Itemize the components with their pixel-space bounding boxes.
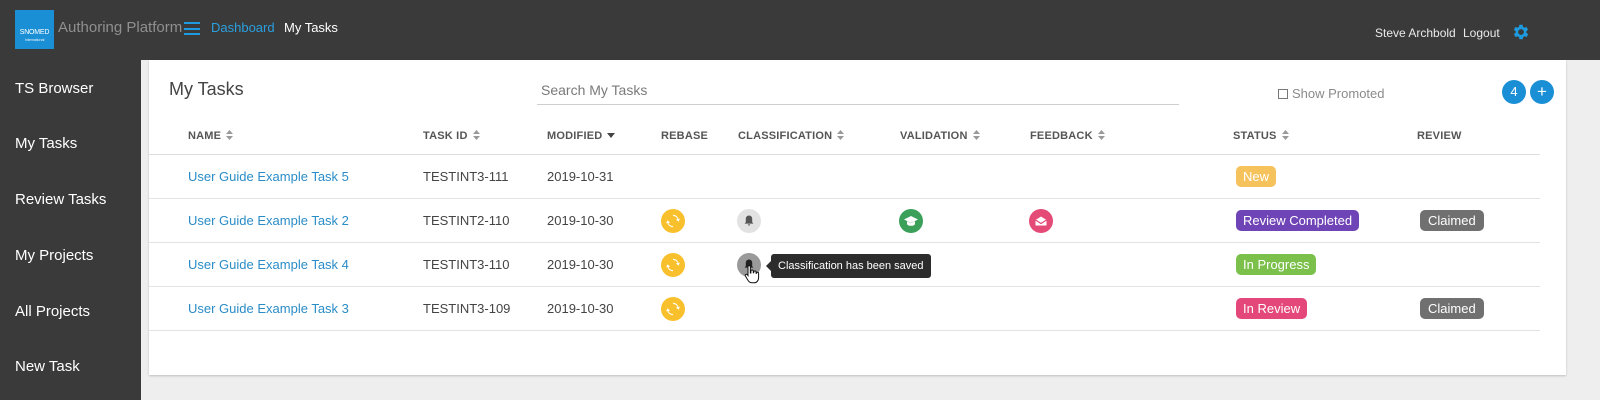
- logo-text: SNOMED: [19, 29, 50, 36]
- sort-icon[interactable]: [972, 130, 980, 140]
- column-header-rebase: REBASE: [661, 130, 709, 142]
- column-header-classification[interactable]: CLASSIFICATION: [738, 130, 845, 142]
- hand-cursor-icon: [744, 264, 760, 284]
- sidebar: TS Browser My Tasks Review Tasks My Proj…: [0, 60, 141, 400]
- modified-date: 2019-10-30: [547, 301, 614, 316]
- sidebar-item-all-projects[interactable]: All Projects: [15, 303, 90, 320]
- task-name-link[interactable]: User Guide Example Task 2: [188, 213, 349, 228]
- modified-date: 2019-10-30: [547, 213, 614, 228]
- rebase-icon[interactable]: [661, 297, 685, 321]
- sidebar-item-review-tasks[interactable]: Review Tasks: [15, 191, 106, 208]
- sort-icon[interactable]: [837, 130, 845, 140]
- logout-link[interactable]: Logout: [1463, 26, 1500, 40]
- page-title: My Tasks: [169, 79, 244, 99]
- task-id: TESTINT3-111: [423, 169, 509, 184]
- status-badge: In Progress: [1236, 254, 1317, 275]
- sidebar-item-new-task[interactable]: New Task: [15, 358, 80, 375]
- sort-icon[interactable]: [1097, 130, 1105, 140]
- user-name: Steve Archbold: [1375, 26, 1456, 40]
- add-task-button[interactable]: +: [1530, 80, 1554, 104]
- breadcrumb-current[interactable]: My Tasks: [284, 20, 338, 35]
- tasks-panel: My Tasks Show Promoted 4 + NAME TASK ID …: [149, 60, 1566, 375]
- task-count-badge: 4: [1502, 80, 1526, 104]
- show-promoted-toggle[interactable]: Show Promoted: [1278, 86, 1385, 101]
- column-label: TASK ID: [423, 130, 468, 142]
- envelope-open-icon[interactable]: [1029, 209, 1053, 233]
- task-id: TESTINT3-110: [423, 257, 510, 272]
- column-label: MODIFIED: [547, 130, 603, 142]
- search-input[interactable]: [537, 76, 1179, 105]
- top-bar: SNOMED International Authoring Platform …: [0, 0, 1600, 60]
- status-badge: New: [1236, 166, 1277, 187]
- task-name-link[interactable]: User Guide Example Task 4: [188, 257, 349, 272]
- logo-subtext: International: [24, 37, 45, 42]
- table-header: NAME TASK ID MODIFIED REBASE CLASSIFICAT…: [149, 119, 1540, 155]
- table-row: User Guide Example Task 2 TESTINT2-110 2…: [149, 199, 1540, 243]
- review-badge: Claimed: [1420, 298, 1484, 319]
- task-id: TESTINT2-110: [423, 213, 510, 228]
- column-label: FEEDBACK: [1030, 130, 1093, 142]
- show-promoted-checkbox[interactable]: [1278, 89, 1288, 99]
- status-badge: In Review: [1236, 298, 1308, 319]
- task-id: TESTINT3-109: [423, 301, 511, 316]
- column-header-feedback[interactable]: FEEDBACK: [1030, 130, 1105, 142]
- column-header-name[interactable]: NAME: [188, 130, 234, 142]
- modified-date: 2019-10-30: [547, 257, 614, 272]
- task-name-link[interactable]: User Guide Example Task 3: [188, 301, 349, 316]
- gear-icon[interactable]: [1511, 22, 1531, 42]
- sort-icon[interactable]: [472, 130, 480, 140]
- status-badge: Review Completed: [1236, 210, 1360, 231]
- sort-icon[interactable]: [1281, 130, 1289, 140]
- app-title: Authoring Platform: [58, 19, 183, 36]
- table-row: User Guide Example Task 5 TESTINT3-111 2…: [149, 155, 1540, 199]
- table-row: User Guide Example Task 3 TESTINT3-109 2…: [149, 287, 1540, 331]
- review-badge: Claimed: [1420, 210, 1484, 231]
- modified-date: 2019-10-31: [547, 169, 614, 184]
- classification-tooltip: Classification has been saved: [766, 254, 931, 278]
- snomed-logo[interactable]: SNOMED International: [15, 10, 54, 49]
- breadcrumb-dashboard-link[interactable]: Dashboard: [211, 20, 275, 35]
- column-header-task-id[interactable]: TASK ID: [423, 130, 480, 142]
- column-label: STATUS: [1233, 130, 1277, 142]
- sidebar-item-my-tasks[interactable]: My Tasks: [15, 135, 77, 152]
- column-label: CLASSIFICATION: [738, 130, 833, 142]
- sort-icon[interactable]: [226, 130, 234, 140]
- rebase-icon[interactable]: [661, 253, 685, 277]
- show-promoted-label: Show Promoted: [1292, 86, 1385, 101]
- sort-desc-icon[interactable]: [607, 130, 616, 140]
- column-header-review: REVIEW: [1417, 130, 1462, 142]
- graduation-cap-icon[interactable]: [899, 209, 923, 233]
- column-label: VALIDATION: [900, 130, 968, 142]
- column-header-status[interactable]: STATUS: [1233, 130, 1289, 142]
- column-label: NAME: [188, 130, 222, 142]
- rebase-icon[interactable]: [661, 209, 685, 233]
- sidebar-item-my-projects[interactable]: My Projects: [15, 247, 93, 264]
- task-name-link[interactable]: User Guide Example Task 5: [188, 169, 349, 184]
- bell-icon[interactable]: [737, 209, 761, 233]
- column-header-modified[interactable]: MODIFIED: [547, 130, 616, 142]
- column-header-validation[interactable]: VALIDATION: [900, 130, 980, 142]
- sidebar-item-ts-browser[interactable]: TS Browser: [15, 80, 93, 97]
- menu-icon[interactable]: [184, 22, 200, 35]
